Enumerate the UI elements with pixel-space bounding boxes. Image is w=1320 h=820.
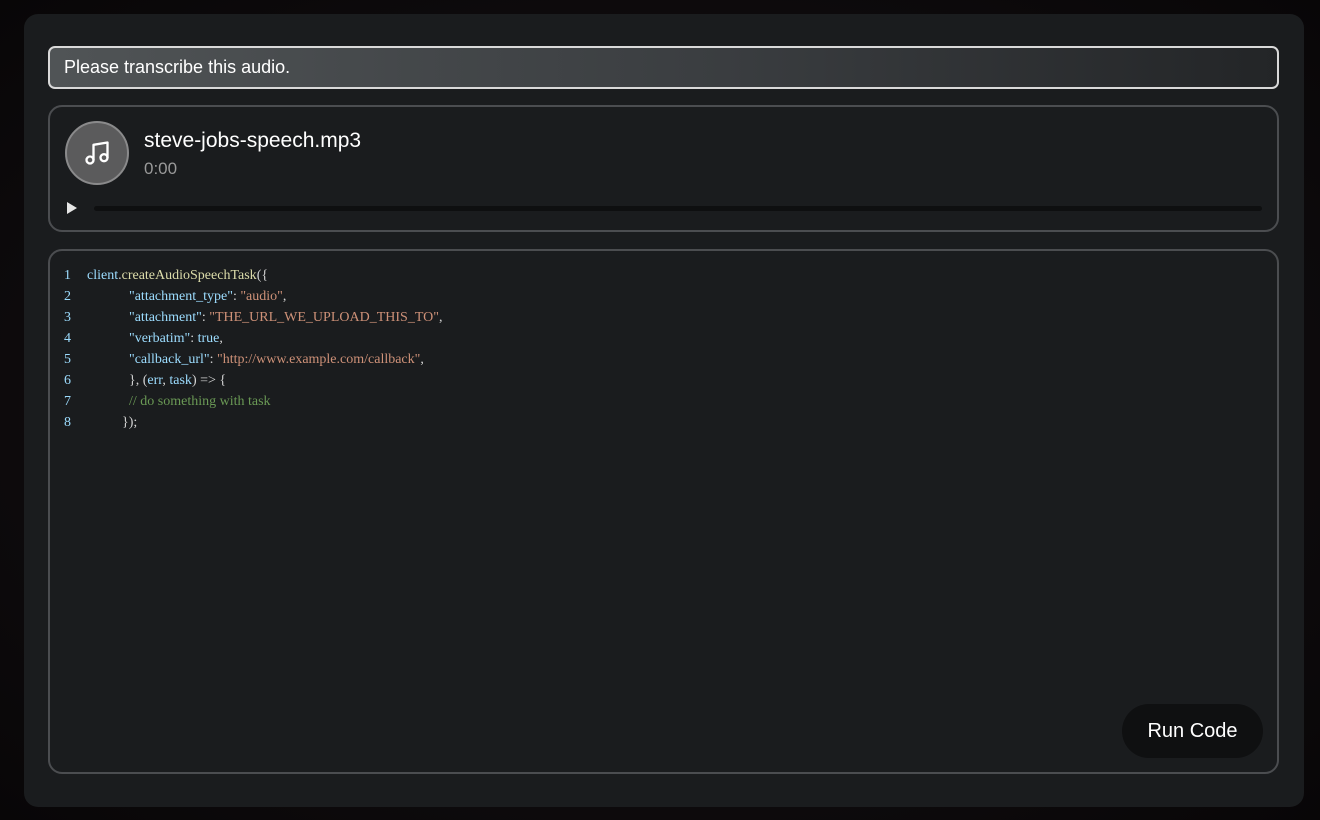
code-token: err — [147, 373, 163, 388]
code-token: "verbatim" — [129, 331, 191, 346]
code-token: "audio" — [240, 289, 283, 304]
play-icon[interactable] — [64, 199, 80, 217]
code-line-text: // do something with task — [87, 391, 271, 412]
line-number: 7 — [64, 394, 71, 409]
code-token: "callback_url" — [129, 352, 210, 367]
code-line-text: "attachment": "THE_URL_WE_UPLOAD_THIS_TO… — [87, 307, 442, 328]
code-line-text: "attachment_type": "audio", — [87, 286, 286, 307]
code-line-text: }, (err, task) => { — [87, 370, 226, 391]
code-token: "THE_URL_WE_UPLOAD_THIS_TO" — [209, 310, 439, 325]
code-token: , — [219, 331, 223, 346]
code-token: , — [438, 310, 443, 325]
audio-progress-track[interactable] — [94, 206, 1262, 211]
code-token: createAudioSpeechTask — [121, 268, 257, 283]
line-number: 2 — [64, 289, 71, 304]
code-line-text: "verbatim": true, — [87, 328, 223, 349]
code-token: client — [87, 268, 119, 283]
line-number: 4 — [64, 331, 71, 346]
code-line-text: "callback_url": "http://www.example.com/… — [87, 349, 424, 370]
code-token: // do something with task — [129, 394, 271, 409]
code-token: , — [282, 289, 287, 304]
code-token: : — [209, 352, 218, 367]
code-token: "attachment_type" — [129, 289, 233, 304]
code-editor[interactable]: 1 client.createAudioSpeechTask({ 2 "attach… — [48, 249, 1279, 774]
line-number: 3 — [64, 310, 71, 325]
code-token: : — [190, 331, 198, 346]
line-number: 6 — [64, 373, 71, 388]
code-line-text: client.createAudioSpeechTask({ — [87, 265, 268, 286]
code-token: , — [420, 352, 424, 367]
code-token: }); — [87, 415, 138, 430]
code-token: ({ — [256, 268, 269, 283]
line-number: 5 — [64, 352, 71, 367]
code-token: "http://www.example.com/callback" — [217, 352, 421, 367]
code-token: }, ( — [87, 373, 148, 388]
prompt-text: Please transcribe this audio. — [48, 46, 1279, 89]
audio-player: steve-jobs-speech.mp3 0:00 — [48, 105, 1279, 232]
code-token: task — [169, 373, 192, 388]
code-token: "attachment" — [129, 310, 202, 325]
line-number: 1 — [64, 268, 71, 283]
run-code-button[interactable]: Run Code — [1122, 704, 1263, 758]
audio-time: 0:00 — [144, 159, 178, 178]
code-line-text: }); — [87, 412, 137, 433]
main-panel: Please transcribe this audio. steve-jobs… — [24, 14, 1304, 807]
code-token: ) => { — [191, 373, 227, 388]
line-number: 8 — [64, 415, 71, 430]
audio-file-name: steve-jobs-speech.mp3 — [144, 129, 362, 152]
music-note-icon — [65, 121, 129, 185]
code-token: true — [197, 331, 220, 346]
